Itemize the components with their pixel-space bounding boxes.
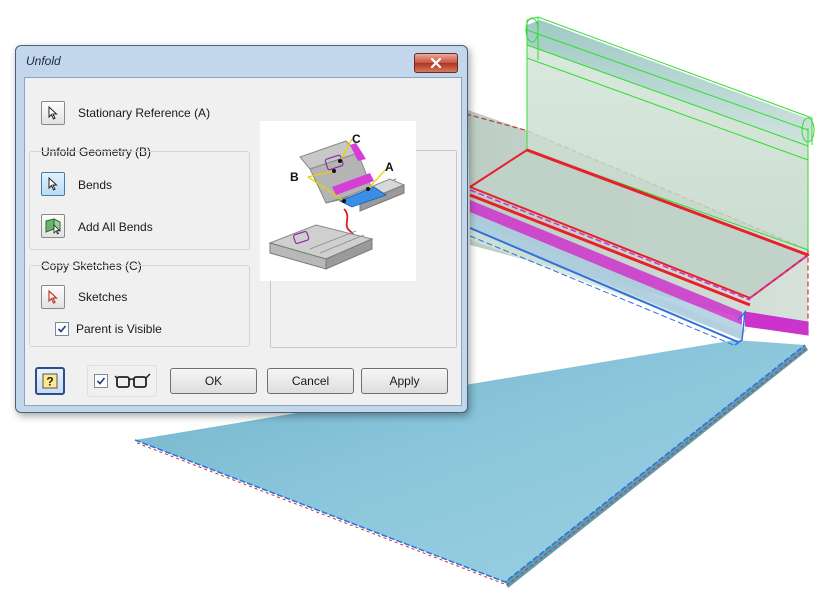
checkmark-icon — [57, 325, 67, 333]
add-all-bends-button[interactable] — [41, 214, 65, 238]
unfold-illustration: B C A — [260, 121, 416, 281]
add-all-bends-label: Add All Bends — [78, 220, 153, 234]
dialog-title: Unfold — [26, 54, 61, 68]
illustration-label-a: A — [385, 160, 394, 174]
stationary-reference-label: Stationary Reference (A) — [78, 106, 211, 120]
glasses-preview-icon — [114, 373, 151, 388]
red-arrow-cursor-icon — [48, 290, 59, 304]
help-icon: ? — [42, 373, 58, 389]
cancel-button[interactable]: Cancel — [267, 368, 354, 394]
illustration-label-c: C — [352, 132, 361, 146]
stationary-reference-select-button[interactable] — [41, 101, 65, 125]
bends-label: Bends — [78, 178, 113, 192]
parent-visible-checkbox[interactable] — [55, 322, 69, 336]
ok-button[interactable]: OK — [170, 368, 257, 394]
sketches-label: Sketches — [78, 290, 128, 304]
arrow-cursor-icon — [48, 177, 58, 191]
close-icon — [430, 58, 442, 68]
arrow-cursor-icon — [48, 106, 58, 120]
bends-select-button[interactable] — [41, 172, 65, 196]
add-all-bends-icon — [45, 218, 61, 235]
parent-visible-label: Parent is Visible — [76, 322, 162, 336]
apply-button[interactable]: Apply — [361, 368, 448, 394]
preview-checkbox[interactable] — [94, 374, 108, 388]
close-button[interactable] — [414, 53, 458, 73]
checkmark-icon — [96, 377, 106, 385]
dialog-titlebar[interactable]: Unfold — [16, 46, 467, 76]
help-button[interactable]: ? — [35, 367, 65, 395]
illustration-label-b: B — [290, 170, 299, 184]
sketches-select-button[interactable] — [41, 285, 65, 309]
svg-text:?: ? — [46, 375, 53, 389]
